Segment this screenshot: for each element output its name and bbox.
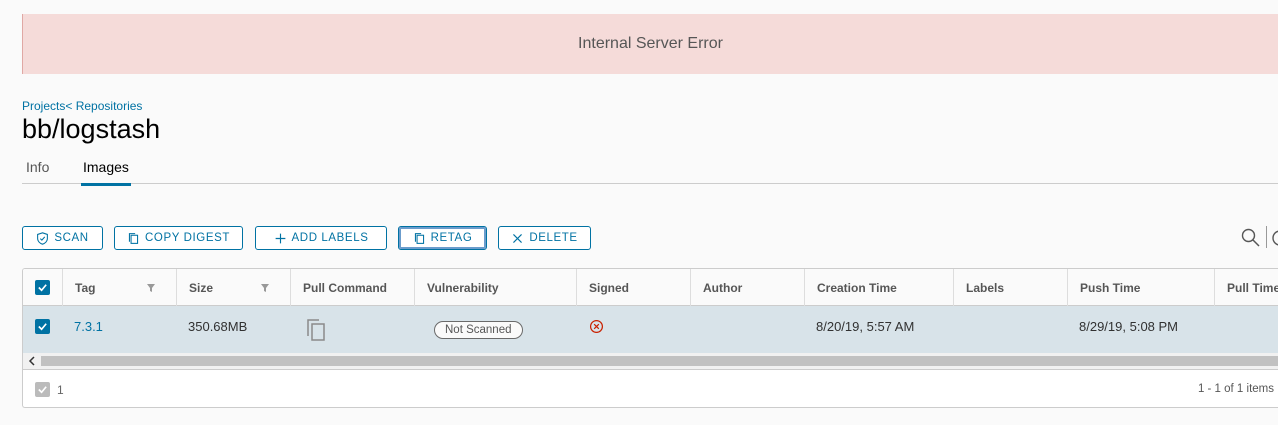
- column-header-push-time[interactable]: Push Time: [1067, 269, 1214, 306]
- column-header-creation-time[interactable]: Creation Time: [804, 269, 953, 306]
- column-header-pull-time[interactable]: Pull Time: [1214, 269, 1278, 306]
- copy-icon[interactable]: [304, 318, 328, 344]
- refresh-icon[interactable]: [1271, 227, 1278, 249]
- pull-time-value: [1214, 306, 1278, 346]
- check-icon: [38, 386, 47, 394]
- filter-icon[interactable]: [146, 283, 156, 293]
- scan-button[interactable]: SCAN: [22, 226, 103, 250]
- horizontal-scrollbar[interactable]: [23, 353, 1278, 369]
- retag-button-label: RETAG: [430, 232, 473, 244]
- author-value: [690, 306, 804, 346]
- select-all-checkbox-cell: [23, 269, 62, 306]
- retag-button[interactable]: RETAG: [398, 226, 487, 250]
- row-checkbox[interactable]: [35, 318, 50, 334]
- tab-info[interactable]: Info: [24, 159, 51, 175]
- pull-command-cell: [290, 311, 414, 351]
- copy-digest-button-label: COPY DIGEST: [145, 232, 230, 244]
- column-header-signed[interactable]: Signed: [576, 269, 690, 306]
- toolbar-divider: [1266, 226, 1267, 248]
- tab-images[interactable]: Images: [81, 159, 131, 186]
- page-title: bb/logstash: [22, 114, 161, 144]
- images-datagrid: Tag Size Pull Command Vulnerability Sign…: [22, 268, 1278, 408]
- footer-selection-checkbox: [35, 382, 50, 397]
- close-icon: [513, 233, 523, 243]
- column-header-tag[interactable]: Tag: [62, 269, 176, 306]
- add-labels-button[interactable]: ADD LABELS: [255, 226, 387, 250]
- check-icon: [38, 322, 47, 330]
- breadcrumb-repositories-link[interactable]: Repositories: [72, 99, 143, 113]
- push-time-value: 8/29/19, 5:08 PM: [1079, 318, 1179, 334]
- scrollbar-thumb[interactable]: [41, 356, 1278, 366]
- pagination-summary: 1 - 1 of 1 items: [1197, 383, 1274, 395]
- filter-icon[interactable]: [260, 283, 270, 293]
- tag-link[interactable]: 7.3.1: [62, 306, 176, 346]
- row-checkbox-cell: [23, 306, 62, 346]
- column-header-vulnerability[interactable]: Vulnerability: [414, 269, 576, 306]
- column-header-size[interactable]: Size: [176, 269, 290, 306]
- vulnerability-cell: Not Scanned: [422, 310, 576, 350]
- signed-cell: [576, 306, 690, 346]
- breadcrumb: Projects< Repositories: [22, 99, 142, 113]
- vulnerability-status-badge: Not Scanned: [434, 321, 523, 339]
- shield-check-icon: [37, 231, 49, 245]
- delete-button-label: DELETE: [529, 232, 578, 244]
- add-labels-button-label: ADD LABELS: [291, 232, 369, 244]
- breadcrumb-projects-link[interactable]: Projects: [22, 99, 65, 113]
- check-icon: [38, 284, 47, 292]
- datagrid-footer: 1 1 - 1 of 1 items: [23, 369, 1278, 407]
- column-header-author[interactable]: Author: [690, 269, 804, 306]
- error-alert: Internal Server Error: [22, 14, 1278, 74]
- copy-icon: [128, 232, 139, 244]
- column-header-size-label: Size: [189, 280, 214, 295]
- copy-icon: [414, 232, 424, 244]
- table-row[interactable]: 7.3.1 350.68MB Not Scanned 8/20/19, 5:57…: [23, 306, 1278, 353]
- plus-icon: [275, 233, 285, 243]
- column-header-labels[interactable]: Labels: [953, 269, 1067, 306]
- search-icon[interactable]: [1240, 227, 1262, 249]
- datagrid-header: Tag Size Pull Command Vulnerability Sign…: [23, 269, 1278, 306]
- x-circle-icon: [589, 319, 604, 333]
- column-header-pull-command[interactable]: Pull Command: [290, 269, 414, 306]
- alert-message: Internal Server Error: [578, 35, 723, 52]
- creation-time-value: 8/20/19, 5:57 AM: [816, 318, 915, 334]
- column-header-tag-label: Tag: [75, 280, 96, 295]
- chevron-left-icon[interactable]: [27, 353, 37, 369]
- selected-count: 1: [57, 383, 64, 397]
- delete-button[interactable]: DELETE: [498, 226, 591, 250]
- labels-value: [953, 306, 1067, 346]
- select-all-checkbox[interactable]: [35, 280, 50, 295]
- tab-bar: Info Images: [22, 156, 1278, 186]
- size-value: 350.68MB: [188, 318, 248, 334]
- copy-digest-button[interactable]: COPY DIGEST: [114, 226, 243, 250]
- scan-button-label: SCAN: [54, 232, 89, 244]
